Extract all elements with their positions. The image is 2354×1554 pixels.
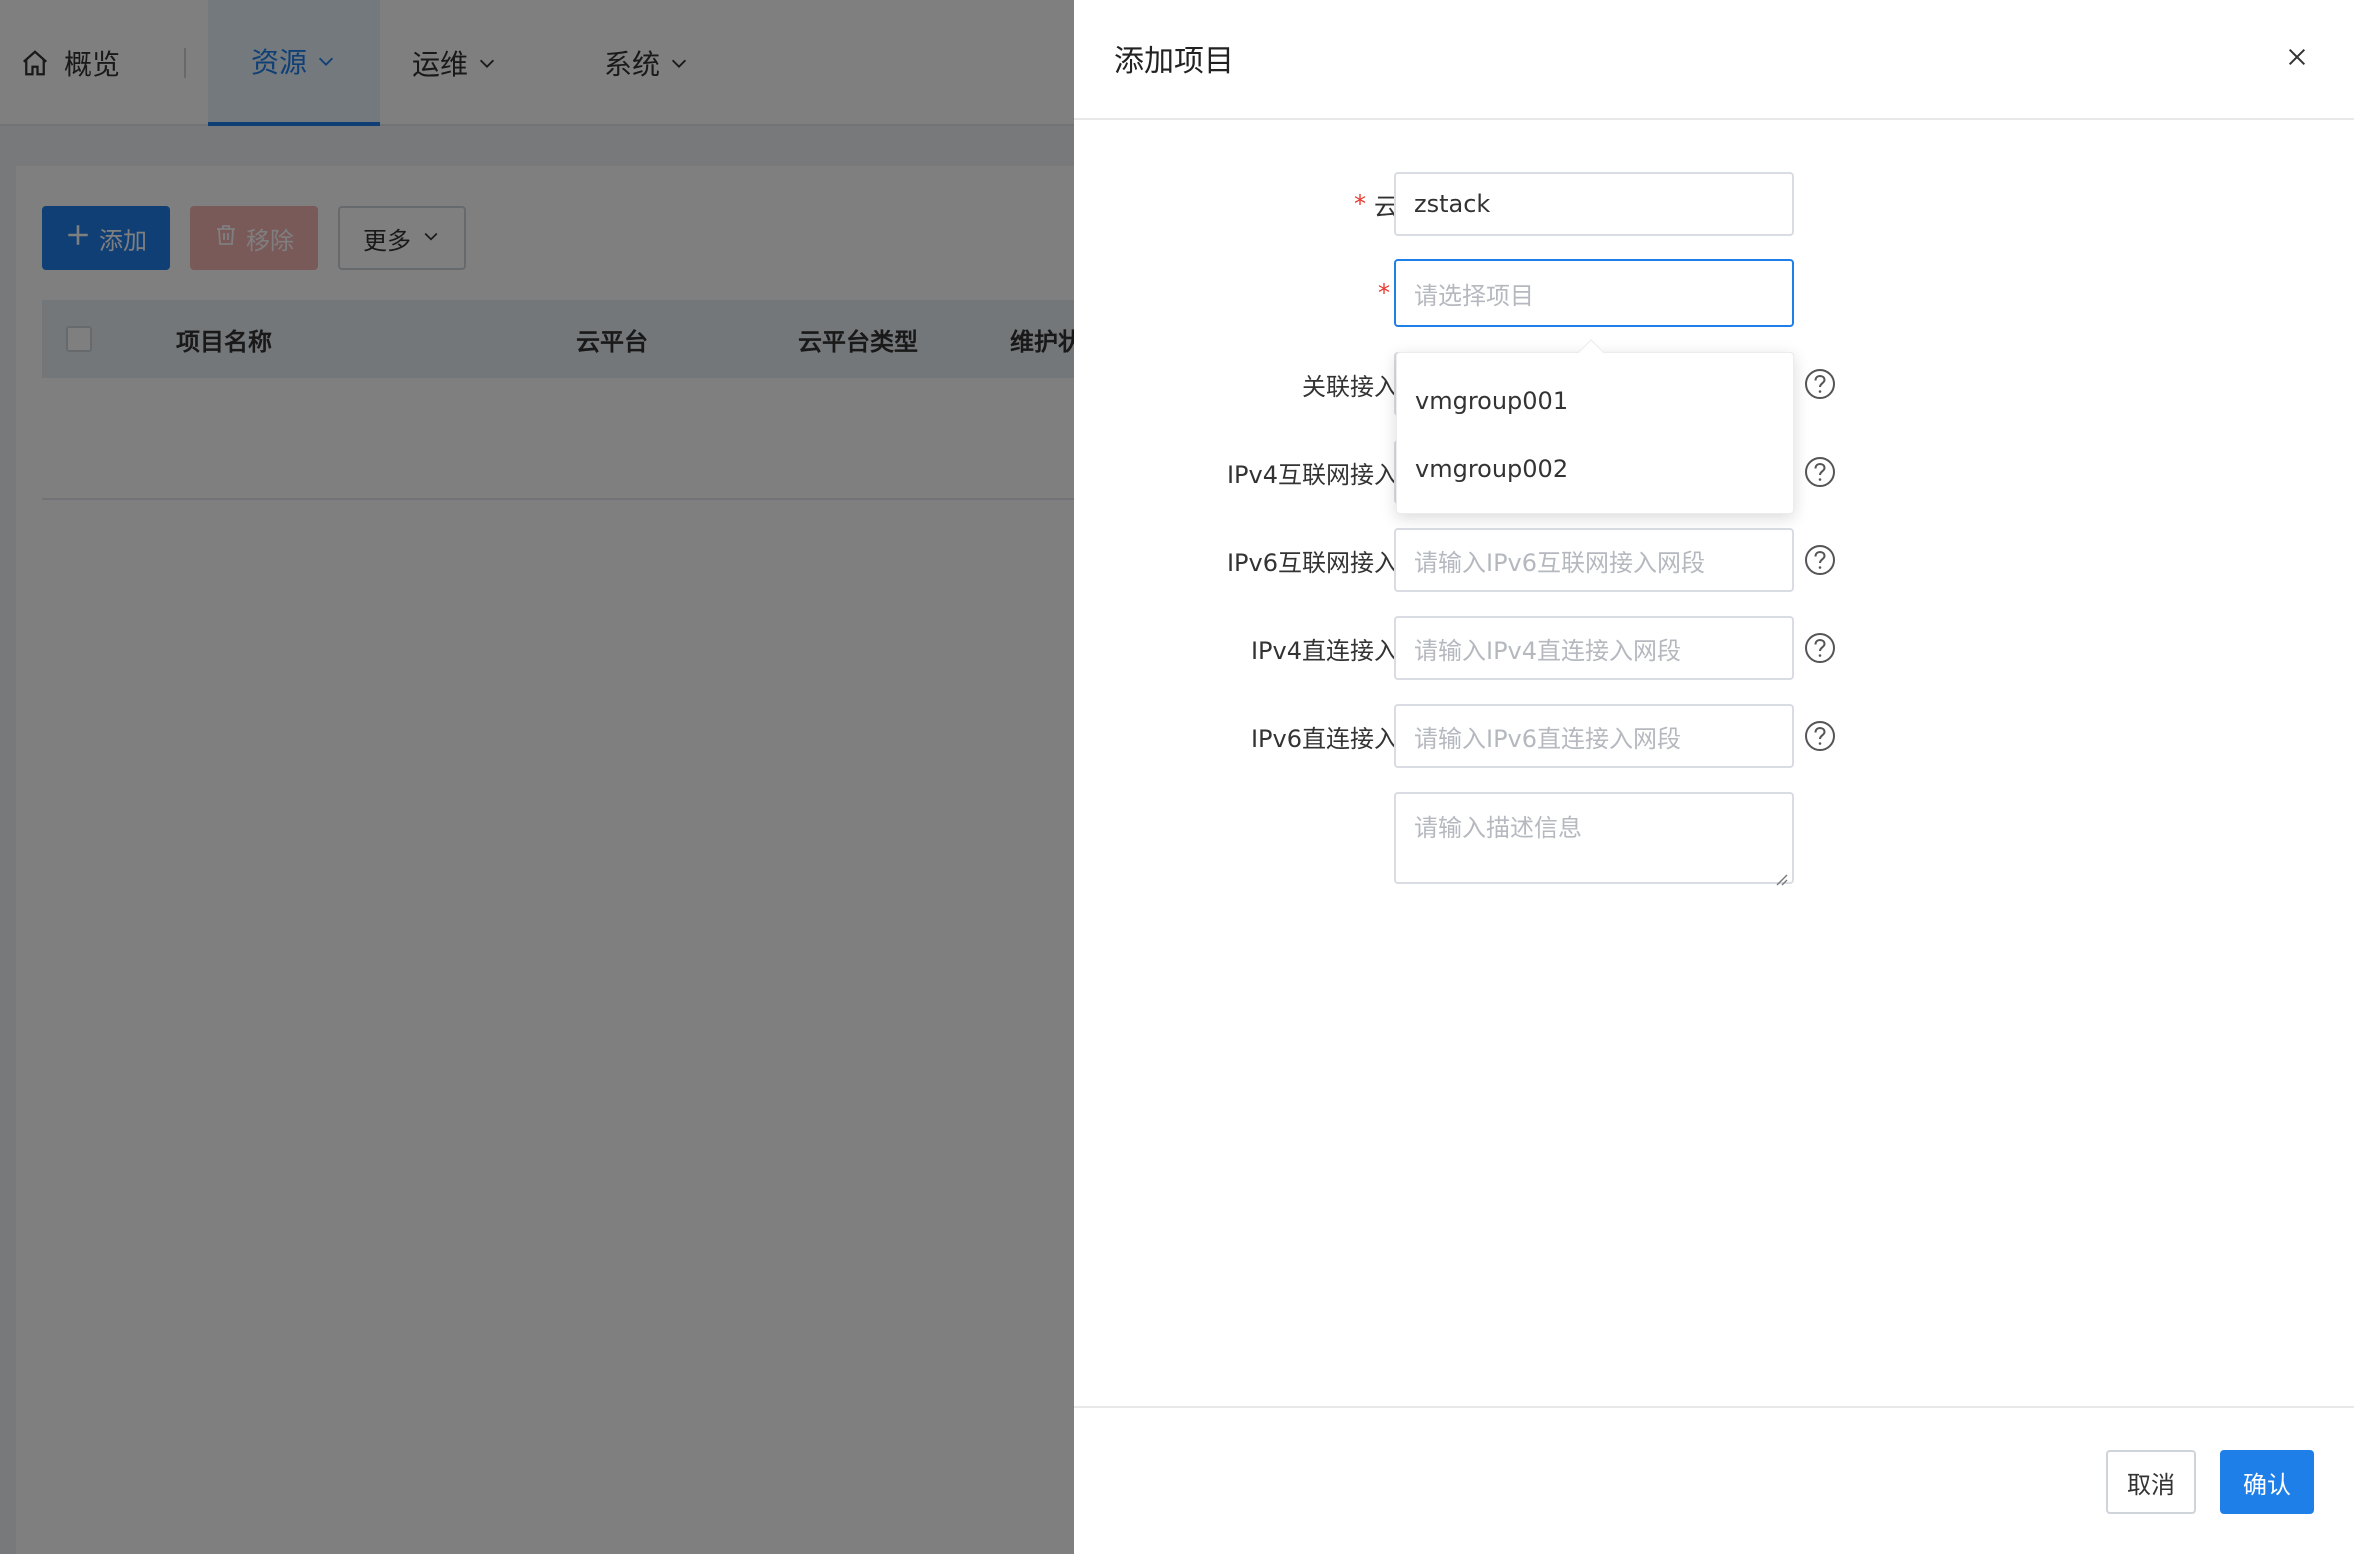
cancel-button[interactable]: 取消 — [2106, 1450, 2196, 1514]
form-row-ipv6-direct: IPv6直连接入网段 请输入IPv6直连接入网段 — [1074, 704, 2354, 768]
help-icon[interactable] — [1804, 456, 1836, 488]
modal-mask[interactable] — [0, 0, 1074, 1554]
ipv6-direct-placeholder: 请输入IPv6直连接入网段 — [1414, 724, 1682, 753]
add-project-drawer: 添加项目 *云平台 zstack *项目 请选择项目 关联接入网关 IPv4互联… — [1074, 0, 2354, 1554]
close-icon — [2286, 46, 2308, 72]
drawer-header: 添加项目 — [1074, 0, 2354, 120]
ipv4-direct-placeholder: 请输入IPv4直连接入网段 — [1414, 636, 1682, 665]
form-row-project: *项目 请选择项目 — [1074, 259, 2354, 327]
cloud-platform-value: zstack — [1414, 190, 1491, 218]
cloud-platform-field[interactable]: zstack — [1394, 172, 1794, 236]
ipv6-direct-field[interactable]: 请输入IPv6直连接入网段 — [1394, 704, 1794, 768]
required-mark: * — [1378, 279, 1390, 307]
required-mark: * — [1354, 190, 1366, 218]
help-icon[interactable] — [1804, 544, 1836, 576]
ipv4-direct-field[interactable]: 请输入IPv4直连接入网段 — [1394, 616, 1794, 680]
project-dropdown: vmgroup001 vmgroup002 — [1396, 352, 1794, 514]
dropdown-option[interactable]: vmgroup001 — [1397, 367, 1795, 435]
resize-handle-icon[interactable] — [1774, 864, 1788, 886]
help-icon[interactable] — [1804, 632, 1836, 664]
help-icon[interactable] — [1804, 720, 1836, 752]
description-textarea[interactable]: 请输入描述信息 — [1394, 792, 1794, 886]
dropdown-option[interactable]: vmgroup002 — [1397, 435, 1795, 503]
confirm-button[interactable]: 确认 — [2220, 1450, 2314, 1514]
form-row-ipv6-internet: IPv6互联网接入网段 请输入IPv6互联网接入网段 — [1074, 528, 2354, 592]
close-button[interactable] — [2282, 44, 2312, 74]
drawer-title: 添加项目 — [1114, 44, 1234, 79]
ipv6-internet-placeholder: 请输入IPv6互联网接入网段 — [1414, 548, 1706, 577]
project-select[interactable]: 请选择项目 — [1394, 259, 1794, 327]
help-icon[interactable] — [1804, 368, 1836, 400]
description-placeholder: 请输入描述信息 — [1414, 814, 1582, 842]
form-row-ipv4-direct: IPv4直连接入网段 请输入IPv4直连接入网段 — [1074, 616, 2354, 680]
project-select-placeholder: 请选择项目 — [1414, 281, 1534, 310]
form-row-description: 描述 请输入描述信息 — [1074, 792, 2354, 886]
ipv6-internet-field[interactable]: 请输入IPv6互联网接入网段 — [1394, 528, 1794, 592]
form-row-cloud-platform: *云平台 zstack — [1074, 172, 2354, 236]
